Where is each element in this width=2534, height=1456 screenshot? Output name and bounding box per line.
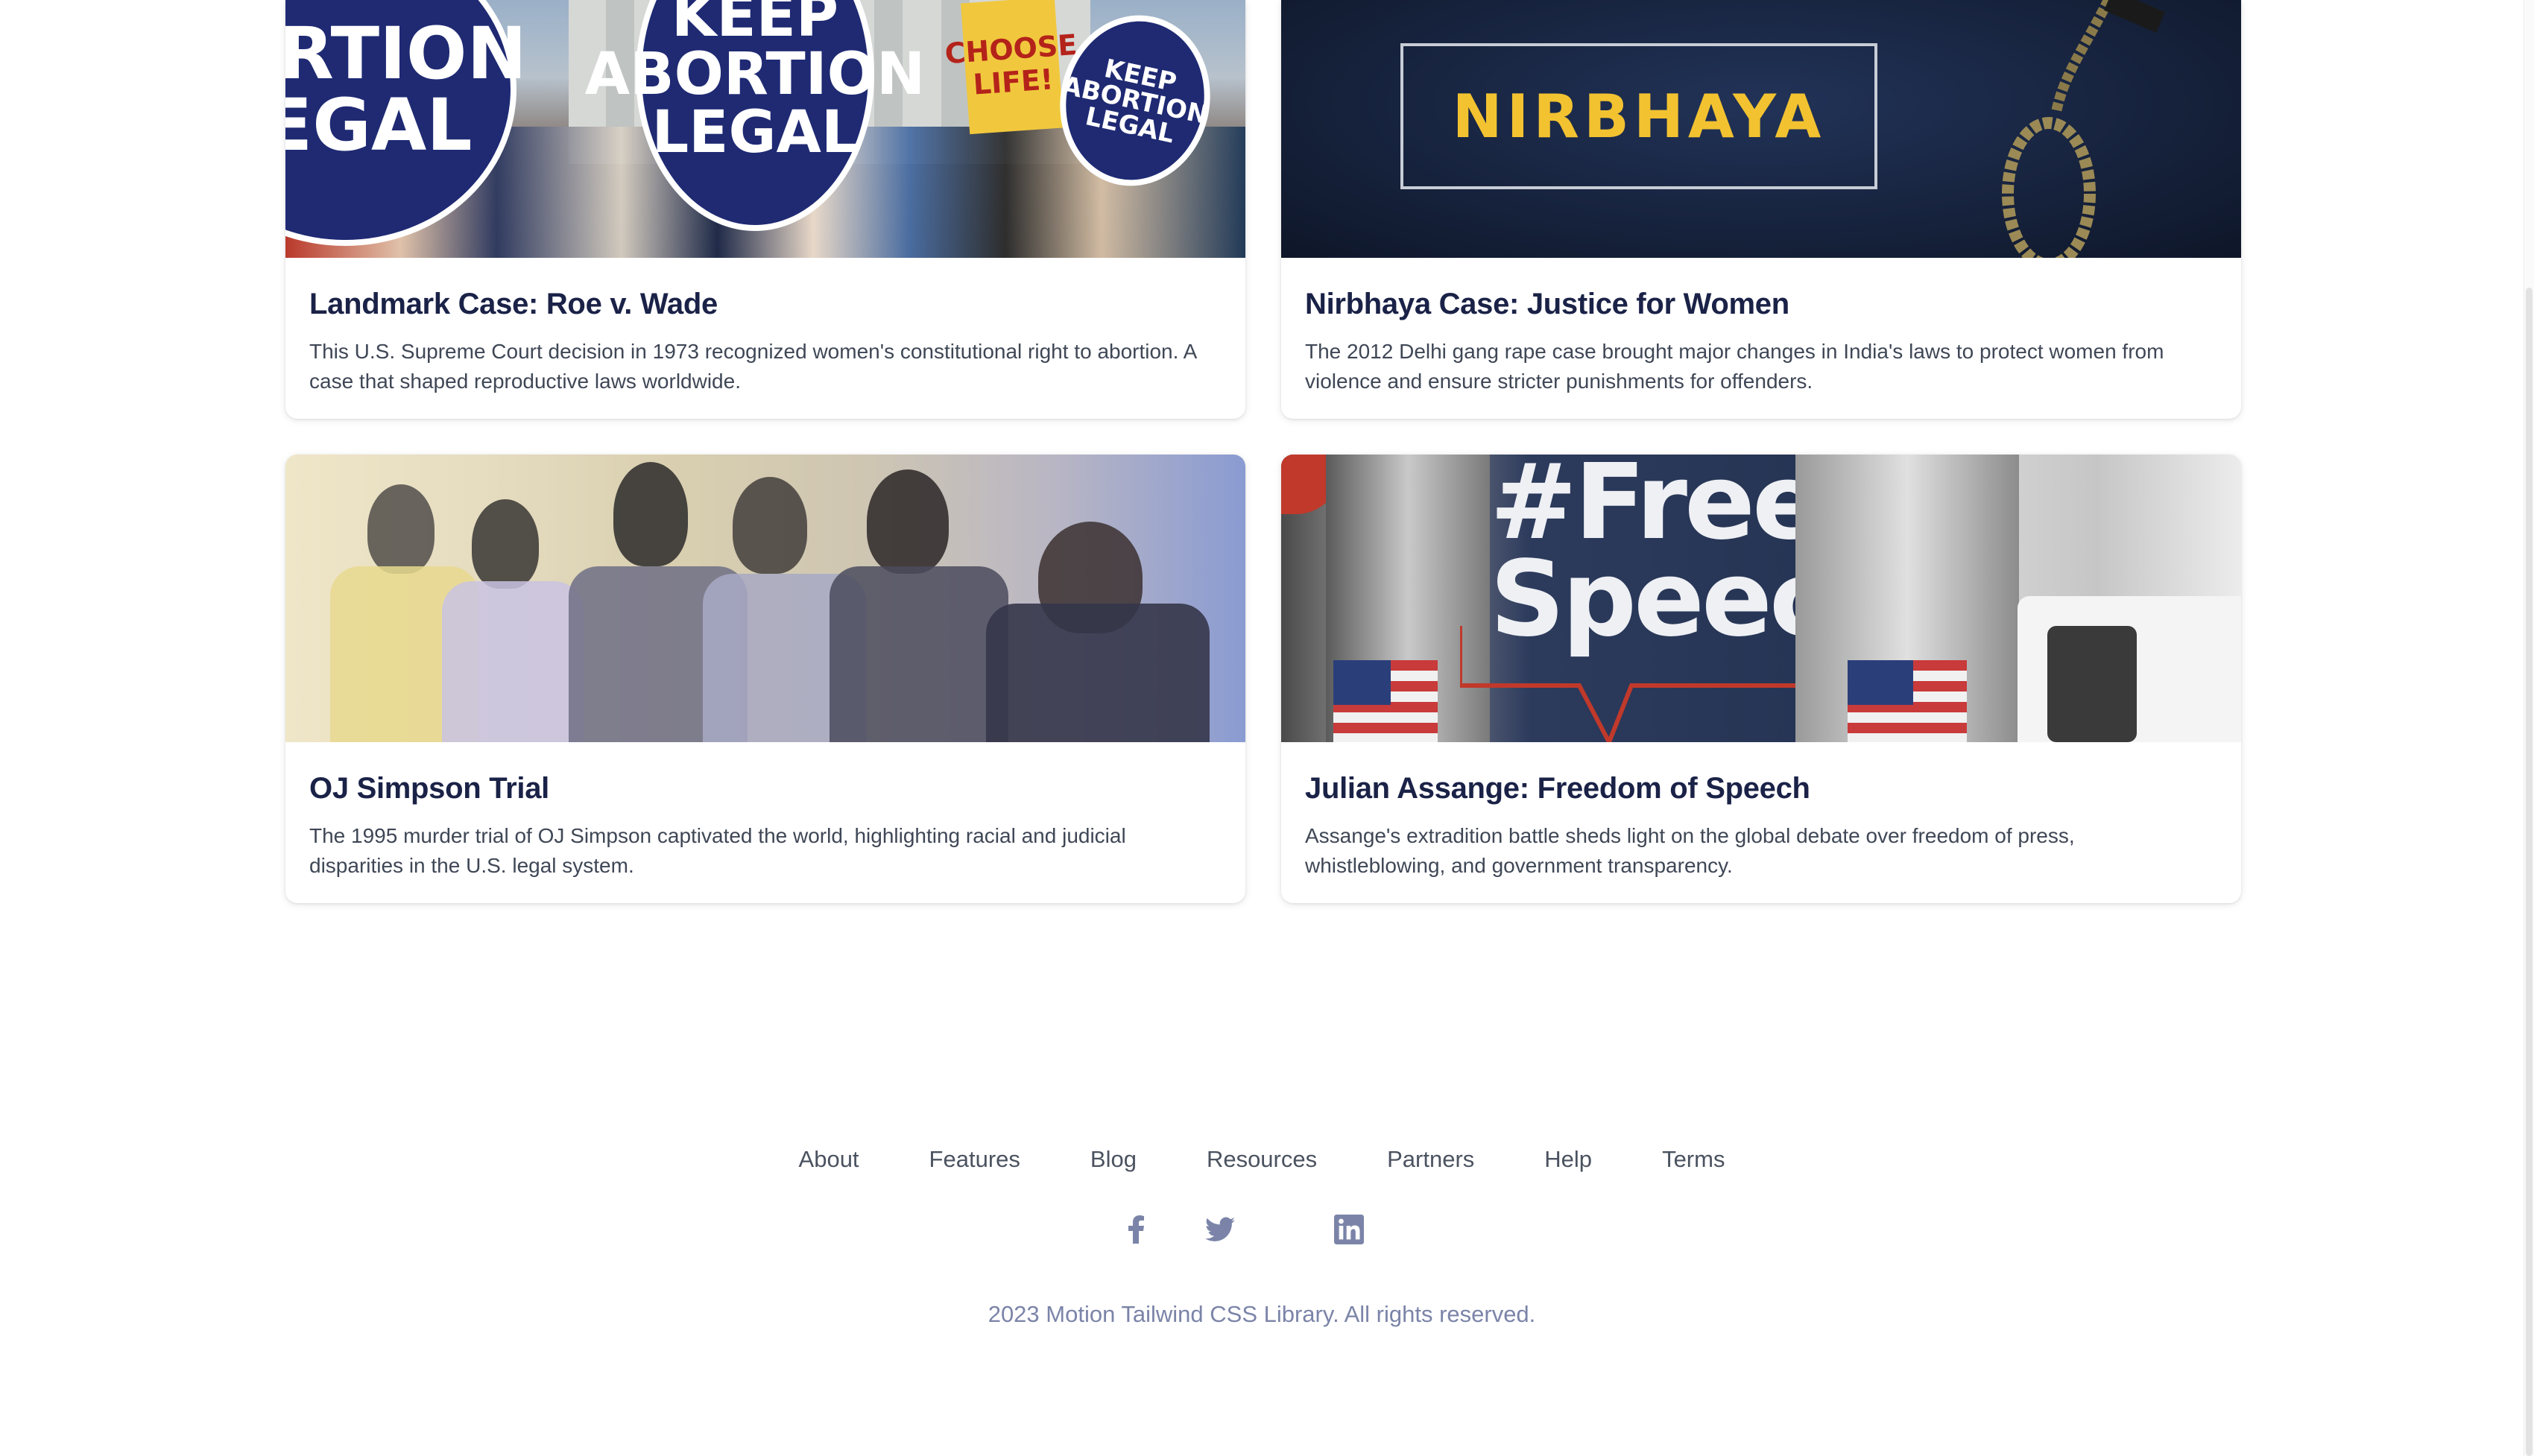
copyright-text: 2023 Motion Tailwind CSS Library. All ri… [988, 1301, 1536, 1327]
card-description: The 2012 Delhi gang rape case brought ma… [1305, 340, 2164, 393]
twitter-icon[interactable] [1204, 1212, 1236, 1247]
card-title[interactable]: Julian Assange: Freedom of Speech [1305, 770, 2217, 806]
noose-icon [2002, 0, 2165, 258]
case-cards-grid: BORTION LEGAL KEEP ABORTION LEGAL CHOOSE… [285, 0, 2241, 903]
flag [1333, 660, 1438, 742]
card-image-free-speech: #Free Speech* [1281, 455, 2241, 742]
nirbhaya-banner: NIRBHAYA [1400, 43, 1877, 189]
card-title[interactable]: Nirbhaya Case: Justice for Women [1305, 286, 2217, 322]
scrollbar-thumb[interactable] [2526, 288, 2533, 1456]
card-image-courtroom-sketch [285, 455, 1245, 742]
card-description: Assange's extradition battle sheds light… [1305, 824, 2075, 877]
card-image-nirbhaya: NIRBHAYA [1281, 0, 2241, 258]
case-card-roe-v-wade[interactable]: BORTION LEGAL KEEP ABORTION LEGAL CHOOSE… [285, 0, 1245, 419]
footer-link-about[interactable]: About [764, 1143, 894, 1176]
free-speech-banner-text: #Free Speech* [1490, 455, 1954, 660]
case-card-nirbhaya[interactable]: NIRBHAYA Nirbhaya Case: Justice for Wome… [1281, 0, 2241, 419]
footer-link-blog[interactable]: Blog [1055, 1143, 1172, 1176]
card-body: Landmark Case: Roe v. Wade This U.S. Sup… [285, 258, 1245, 396]
card-image-protest: BORTION LEGAL KEEP ABORTION LEGAL CHOOSE… [285, 0, 1245, 258]
card-description: The 1995 murder trial of OJ Simpson capt… [309, 824, 1126, 877]
footer-nav: About Features Blog Resources Partners H… [0, 1143, 2524, 1176]
footer-link-partners[interactable]: Partners [1352, 1143, 1509, 1176]
card-body: Julian Assange: Freedom of Speech Assang… [1281, 742, 2241, 881]
card-body: Nirbhaya Case: Justice for Women The 201… [1281, 258, 2241, 396]
card-title[interactable]: Landmark Case: Roe v. Wade [309, 286, 1222, 322]
footer-link-features[interactable]: Features [894, 1143, 1055, 1176]
card-description: This U.S. Supreme Court decision in 1973… [309, 340, 1196, 393]
linkedin-icon[interactable] [1333, 1212, 1365, 1247]
card-body: OJ Simpson Trial The 1995 murder trial o… [285, 742, 1245, 881]
card-title[interactable]: OJ Simpson Trial [309, 770, 1222, 806]
case-card-julian-assange[interactable]: #Free Speech* Julian Assange: Freedom of… [1281, 455, 2241, 903]
truck-window [2047, 626, 2137, 742]
footer-link-terms[interactable]: Terms [1627, 1143, 1760, 1176]
site-footer: About Features Blog Resources Partners H… [0, 1110, 2524, 1408]
case-card-oj-simpson[interactable]: OJ Simpson Trial The 1995 murder trial o… [285, 455, 1245, 903]
protest-sign: CHOOSE LIFE! [944, 0, 1078, 135]
footer-link-resources[interactable]: Resources [1172, 1143, 1352, 1176]
flag [1848, 660, 1967, 742]
scrollbar-track[interactable] [2524, 0, 2534, 1456]
footer-link-help[interactable]: Help [1509, 1143, 1627, 1176]
speech-bubble-outline [1460, 626, 1803, 742]
facebook-icon[interactable] [1120, 1212, 1153, 1247]
social-links [0, 1212, 2524, 1247]
